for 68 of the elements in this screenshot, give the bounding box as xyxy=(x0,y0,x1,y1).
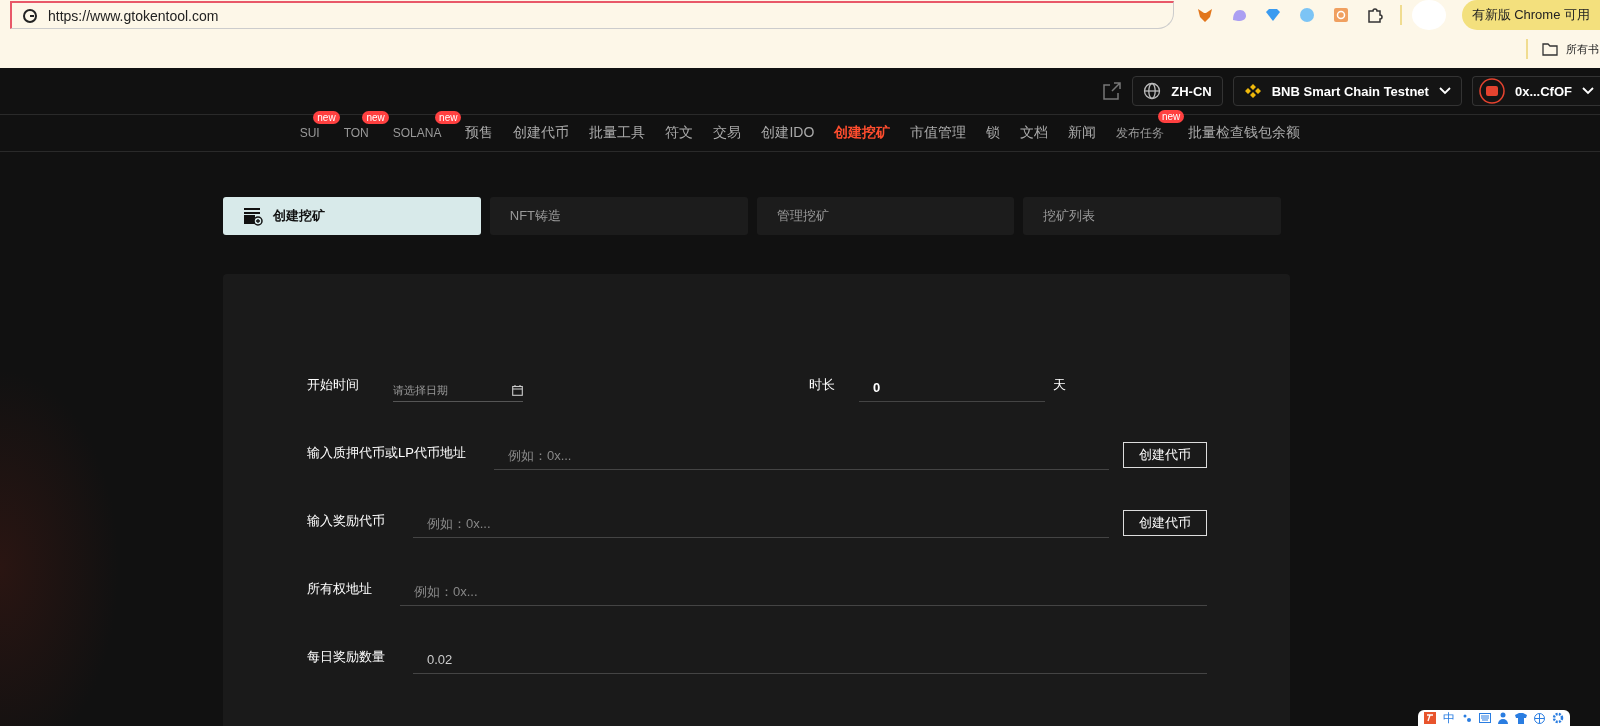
keyboard-icon[interactable] xyxy=(1479,713,1491,723)
field-label: 输入质押代币或LP代币地址 xyxy=(306,444,466,462)
ime-mode[interactable]: 中 xyxy=(1443,709,1455,726)
shirt-icon[interactable] xyxy=(1515,712,1527,724)
field-label: 输入奖励代币 xyxy=(306,512,385,530)
tab[interactable]: 管理挖矿 xyxy=(756,197,1015,235)
puzzle-icon[interactable] xyxy=(1365,6,1384,24)
language-button[interactable]: ZH-CN xyxy=(1132,76,1223,106)
nav-link[interactable]: 发布任务 xyxy=(1116,124,1165,142)
field-label: 每日奖励数量 xyxy=(306,648,385,666)
nav-link[interactable]: 交易 xyxy=(713,124,742,142)
input-field[interactable]: 例如：0x... xyxy=(413,510,1109,538)
new-badge: new xyxy=(313,111,340,124)
nav-link[interactable]: 符文 xyxy=(665,124,694,142)
nav-link[interactable]: 市值管理 xyxy=(910,124,967,142)
nav-link[interactable]: 批量检查钱包余额 xyxy=(1188,124,1301,142)
url-text: https://www.gtokentool.com xyxy=(48,7,219,24)
new-badge: new xyxy=(1158,109,1185,123)
wallet-button[interactable]: 0x...CfOF xyxy=(1471,76,1600,106)
wallet-icon xyxy=(1478,78,1505,104)
nav-link[interactable]: 创建挖矿 xyxy=(834,124,891,142)
update-chrome-button[interactable]: 有新版 Chrome 可用 xyxy=(1461,0,1600,30)
fox-icon[interactable] xyxy=(1195,6,1214,24)
new-badge: new xyxy=(435,111,462,124)
address-bar[interactable]: https://www.gtokentool.com xyxy=(10,1,1174,29)
new-badge: new xyxy=(362,111,389,124)
nav-link[interactable]: SUI xyxy=(299,126,320,140)
dots-icon[interactable] xyxy=(1462,712,1472,724)
nav-link[interactable]: TON xyxy=(343,126,369,140)
nav-link[interactable]: 预售 xyxy=(465,124,494,142)
nav-link[interactable]: 锁 xyxy=(986,124,1001,142)
bookmarks-folder[interactable]: 所有书 xyxy=(1566,41,1600,57)
bnb-icon xyxy=(1243,82,1262,100)
placeholder-text: 请选择日期 xyxy=(393,383,448,398)
tab[interactable]: 挖矿列表 xyxy=(1023,197,1281,235)
nav-link[interactable]: SOLANA xyxy=(392,126,442,140)
field-label: 所有权地址 xyxy=(306,580,372,598)
nav-link[interactable]: 新闻 xyxy=(1068,124,1097,142)
nav-link[interactable]: 批量工具 xyxy=(589,124,646,142)
input-field[interactable]: 例如：0x... xyxy=(400,578,1207,606)
settings-icon[interactable] xyxy=(1552,712,1564,724)
date-field[interactable]: 请选择日期 xyxy=(393,377,523,402)
globe-icon[interactable] xyxy=(1534,712,1545,724)
input-field[interactable]: 0.02 xyxy=(413,646,1207,674)
duration-field[interactable]: 0 xyxy=(859,374,1045,402)
create-token-button[interactable]: 创建代币 xyxy=(1123,510,1207,536)
tab[interactable]: 创建挖矿 xyxy=(223,197,481,235)
calendar-icon xyxy=(512,385,523,396)
share-icon[interactable] xyxy=(1102,81,1123,101)
folder-icon xyxy=(1542,42,1558,56)
square-icon[interactable] xyxy=(1331,6,1350,24)
list-add-icon xyxy=(243,206,263,226)
globe-icon xyxy=(1143,82,1162,100)
field-label: 时长 xyxy=(808,376,835,394)
chevron-down-icon xyxy=(1438,87,1451,95)
logo-icon[interactable] xyxy=(1424,712,1436,724)
person-icon[interactable] xyxy=(1498,712,1508,724)
nav-link[interactable]: 创建代币 xyxy=(513,124,570,142)
create-token-button[interactable]: 创建代币 xyxy=(1123,442,1207,468)
input-field[interactable]: 例如：0x... xyxy=(493,442,1109,470)
nav-link[interactable]: 创建IDO xyxy=(761,124,815,142)
field-label: 开始时间 xyxy=(306,376,359,394)
chevron-down-icon xyxy=(1582,87,1594,95)
site-icon xyxy=(22,7,38,24)
tab[interactable]: NFT铸造 xyxy=(489,197,748,235)
unit-label: 天 xyxy=(1052,376,1066,394)
network-select[interactable]: BNB Smart Chain Testnet xyxy=(1232,76,1462,106)
nav-link[interactable]: 文档 xyxy=(1020,124,1049,142)
